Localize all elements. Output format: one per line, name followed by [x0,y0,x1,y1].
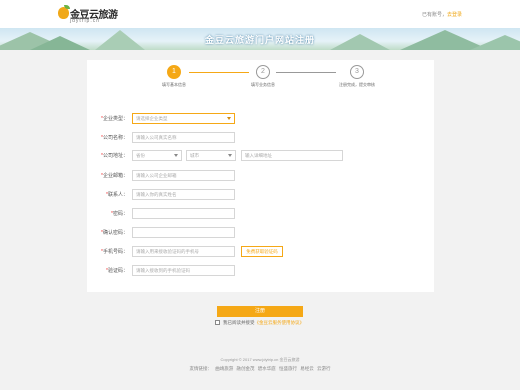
company-name-input[interactable]: 请输入公司真实名称 [132,132,235,143]
phone-input[interactable]: 请输入用来接收验证码的手机号 [132,246,235,257]
top-bar: 金豆云旅游 jdytrip.cn 已有账号，去登录 [0,0,520,28]
company-name-label: *公司名称： [101,135,128,141]
footer-link[interactable]: 恒盛旅行 [279,366,297,371]
footer-link[interactable]: 融创金茂 [236,366,254,371]
province-placeholder: 省份 [136,153,145,158]
address-detail-placeholder: 输入详细地址 [245,153,272,158]
step-label: 填写基本信息 [162,82,186,87]
verify-code-row: *验证码： 请输入接收到的手机验证码 [87,265,434,277]
agreement-link[interactable]: 《金豆云服务使用协议》 [255,320,305,325]
footer-link[interactable]: 云游行 [317,366,331,371]
chevron-down-icon [227,117,231,120]
password-row: *密码： [87,208,434,220]
agreement-text: 我已阅读并接受 [223,320,255,325]
phone-placeholder: 请输入用来接收验证码的手机号 [136,249,199,254]
footer-link[interactable]: 曲靖旅游 [215,366,233,371]
company-address-row: *公司地址： 省份 城市 输入详细地址 [87,150,434,162]
register-button[interactable]: 注册 [217,306,303,317]
copyright: Copyright © 2017 www.jdytrip.cn 金豆云旅游 [220,357,300,362]
company-address-label: *公司地址： [101,153,128,159]
step-3: 3 注册完成，提交审核 [327,65,387,88]
email-placeholder: 请输入公司企业邮箱 [136,173,177,178]
step-number: 1 [167,65,181,79]
password-label: *密码： [111,211,128,217]
province-select[interactable]: 省份 [132,150,182,161]
confirm-password-row: *确认密码： [87,227,434,239]
verify-code-input[interactable]: 请输入接收到的手机验证码 [132,265,235,276]
company-type-select[interactable]: 请选择企业类型 [132,113,235,124]
contact-label: *联系人： [106,192,128,198]
brand-domain: jdytrip.cn [70,18,101,24]
page-title: 金豆云旅游门户网站注册 [204,35,315,45]
brand-logo[interactable]: 金豆云旅游 jdytrip.cn [58,5,122,25]
company-type-label: *企业类型： [101,116,128,122]
address-detail-input[interactable]: 输入详细地址 [241,150,343,161]
footer-link[interactable]: 易经云 [300,366,314,371]
account-prompt: 已有账号，去登录 [422,11,462,18]
verify-code-label: *验证码： [106,268,128,274]
phone-row: *手机号码： 请输入用来接收验证码的手机号 免费获取验证码 [87,246,434,258]
step-number: 2 [256,65,270,79]
agreement-row: 我已阅读并接受《金豆云服务使用协议》 [215,320,304,328]
step-progress: 1 填写基本信息 2 填写业务信息 3 注册完成，提交审核 [87,65,434,95]
city-select[interactable]: 城市 [186,150,236,161]
registration-card: 1 填写基本信息 2 填写业务信息 3 注册完成，提交审核 *企业类型： 请选择… [87,60,434,292]
step-2: 2 填写业务信息 [233,65,293,88]
company-name-placeholder: 请输入公司真实名称 [136,135,177,140]
step-number: 3 [350,65,364,79]
company-name-row: *公司名称： 请输入公司真实名称 [87,132,434,144]
chevron-down-icon [174,154,178,157]
email-label: *企业邮箱： [101,173,128,179]
agreement-checkbox[interactable] [215,320,220,326]
footer-link[interactable]: 碧水华庭 [258,366,276,371]
verify-code-placeholder: 请输入接收到的手机验证码 [136,268,190,273]
company-type-row: *企业类型： 请选择企业类型 [87,113,434,125]
contact-input[interactable]: 请输入你的真实姓名 [132,189,235,200]
confirm-password-field[interactable] [132,227,235,238]
chevron-down-icon [228,154,232,157]
footer-links-label: 友情链接： [189,366,212,371]
phone-label: *手机号码： [101,249,128,255]
login-link[interactable]: 去登录 [447,12,462,18]
email-field[interactable]: 请输入公司企业邮箱 [132,170,235,181]
account-prompt-text: 已有账号， [421,12,447,18]
contact-row: *联系人： 请输入你的真实姓名 [87,189,434,201]
get-code-button[interactable]: 免费获取验证码 [241,246,283,257]
step-label: 填写业务信息 [251,82,275,87]
confirm-password-label: *确认密码： [101,230,128,236]
step-1: 1 填写基本信息 [144,65,204,88]
password-field[interactable] [132,208,235,219]
step-label: 注册完成，提交审核 [339,82,375,87]
banner: 金豆云旅游门户网站注册 [0,28,520,50]
city-placeholder: 城市 [190,153,199,158]
company-type-placeholder: 请选择企业类型 [136,116,168,121]
contact-placeholder: 请输入你的真实姓名 [136,192,177,197]
footer-links: 友情链接： 曲靖旅游 融创金茂 碧水华庭 恒盛旅行 易经云 云游行 [0,366,520,372]
email-row: *企业邮箱： 请输入公司企业邮箱 [87,170,434,182]
